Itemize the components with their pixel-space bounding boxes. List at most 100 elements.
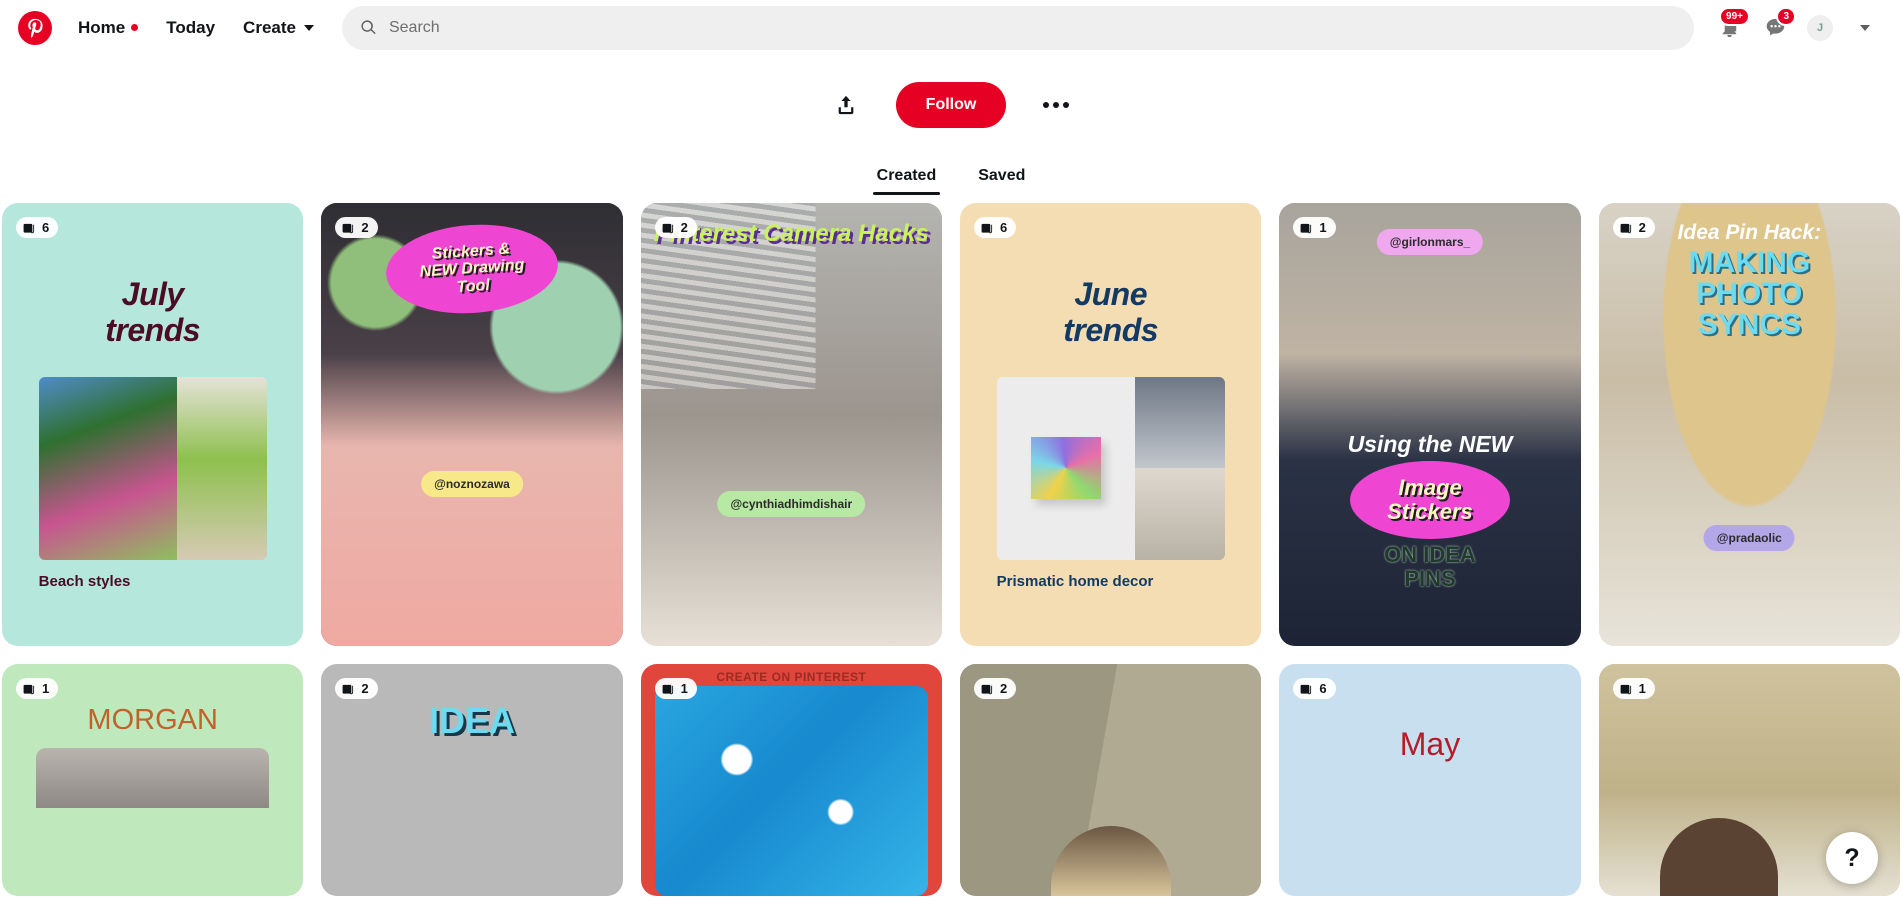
board-pin-count: 2: [680, 220, 688, 235]
board-card[interactable]: 2 IDEA: [321, 664, 623, 896]
board-cover-thumbnail: [996, 376, 1225, 560]
board-card[interactable]: 1 CREATE ON PINTEREST: [640, 664, 942, 896]
messages-button[interactable]: 3: [1754, 6, 1796, 49]
board-title: June trends: [1063, 276, 1159, 348]
avatar-initial: J: [1816, 21, 1824, 34]
cover-line-1: Using the NEW: [1347, 431, 1513, 457]
board-pin-count: 6: [1319, 681, 1327, 696]
nav-home-dot-icon: [131, 24, 139, 31]
nav-today-label: Today: [166, 17, 216, 37]
messages-badge: 3: [1776, 6, 1796, 26]
notifications-badge: 99+: [1719, 6, 1750, 26]
creator-handle: @cynthiadhimdishair: [730, 497, 853, 511]
board-pin-count: 6: [42, 220, 50, 235]
board-pin-count: 2: [361, 220, 369, 235]
cover-headline: MORGAN: [87, 704, 218, 736]
board-pin-count-badge: 6: [974, 217, 1017, 238]
creator-handle: @pradaolic: [1716, 531, 1782, 545]
board-pin-count-badge: 2: [1612, 217, 1655, 238]
creator-handle: @noznozawa: [434, 477, 510, 491]
notifications-button[interactable]: 99+: [1708, 6, 1750, 49]
board-pin-count: 2: [1000, 681, 1008, 696]
board-pin-count-badge: 2: [654, 217, 697, 238]
more-options-button[interactable]: [1034, 83, 1078, 127]
stacked-cards-icon: [1620, 684, 1631, 694]
cover-headline: May: [1399, 726, 1461, 762]
creator-handle-pill: @girlonmars_: [1376, 229, 1484, 255]
pinterest-logo-icon[interactable]: [18, 10, 52, 45]
account-avatar-button[interactable]: J: [1800, 8, 1840, 48]
board-pin-count: 1: [1319, 220, 1327, 235]
pinterest-p-glyph: [28, 18, 43, 38]
stacked-cards-icon: [1300, 684, 1312, 694]
creator-handle: @girlonmars_: [1389, 235, 1471, 249]
board-pin-count-badge: 6: [1293, 678, 1336, 699]
sticker-oval-text: Stickers & NEW Drawing Tool: [419, 240, 525, 296]
search-bar[interactable]: [341, 5, 1694, 50]
cover-line-3: ON IDEA PINS: [1384, 542, 1476, 591]
chevron-down-icon: [1860, 24, 1870, 31]
sticker-oval-text: Image Stickers: [1387, 475, 1473, 524]
board-pin-count-badge: 6: [16, 217, 59, 238]
nav-home-label: Home: [78, 17, 126, 37]
board-title: July trends: [105, 276, 201, 348]
nav-home[interactable]: Home: [64, 8, 152, 48]
help-button[interactable]: ?: [1826, 832, 1878, 884]
cover-photo-strip: [36, 748, 270, 808]
stacked-cards-icon: [981, 223, 993, 233]
share-button[interactable]: [824, 83, 868, 127]
boards-scroll-area: 6 July trends Beach styles 2 Stickers & …: [0, 203, 1902, 896]
profile-tabs: Created Saved: [0, 133, 1902, 203]
board-pin-count-badge: 1: [16, 678, 59, 699]
boards-grid-row-1: 6 July trends Beach styles 2 Stickers & …: [2, 203, 1900, 646]
stacked-cards-icon: [342, 223, 354, 233]
board-pin-count-badge: 1: [1612, 678, 1655, 699]
board-card[interactable]: 6 May: [1279, 664, 1581, 896]
account-menu-button[interactable]: [1844, 7, 1886, 49]
board-card[interactable]: 1 MORGAN: [2, 664, 304, 896]
cover-headline: CREATE ON PINTEREST: [716, 670, 867, 684]
board-card[interactable]: 2 Idea Pin Hack: MAKING PHOTO SYNCS @pra…: [1598, 203, 1900, 646]
cover-headline: IDEA: [428, 700, 515, 741]
nav-today[interactable]: Today: [152, 8, 229, 48]
board-card[interactable]: 6 June trends Prismatic home decor: [960, 203, 1262, 646]
profile-action-row: Follow: [0, 55, 1902, 133]
board-cover-thumbnail: [38, 376, 267, 560]
board-pin-count: 2: [1638, 220, 1646, 235]
stacked-cards-icon: [1620, 223, 1631, 233]
board-pin-count: 6: [1000, 220, 1008, 235]
search-input[interactable]: [388, 18, 1676, 37]
chevron-down-icon: [303, 24, 314, 31]
board-pin-count-badge: 1: [654, 678, 697, 699]
board-card[interactable]: 6 July trends Beach styles: [2, 203, 304, 646]
board-pin-count-badge: 2: [974, 678, 1017, 699]
board-card[interactable]: 2 Stickers & NEW Drawing Tool @noznozawa: [321, 203, 623, 646]
share-upload-icon: [838, 95, 854, 115]
sticker-oval-badge: Image Stickers: [1349, 461, 1510, 539]
board-card[interactable]: 2: [960, 664, 1262, 896]
boards-grid-row-2: 1 MORGAN 2 IDEA 1 CREATE ON PINTEREST 2 …: [2, 664, 1900, 896]
creator-handle-pill: @noznozawa: [421, 471, 523, 497]
board-subtitle: Beach styles: [38, 572, 131, 590]
stacked-cards-icon: [1300, 223, 1312, 233]
tab-saved[interactable]: Saved: [974, 159, 1029, 195]
board-card[interactable]: 1 @girlonmars_ Using the NEW Image Stick…: [1279, 203, 1581, 646]
board-pin-count: 1: [680, 681, 688, 696]
stacked-cards-icon: [662, 223, 673, 233]
creator-handle-pill: @pradaolic: [1703, 525, 1795, 551]
header-action-icons: 99+ 3 J: [1708, 6, 1886, 49]
cover-headline: MAKING PHOTO SYNCS: [1688, 246, 1811, 342]
more-horizontal-icon: [1043, 102, 1070, 108]
nav-create[interactable]: Create: [229, 8, 328, 48]
board-pin-count: 1: [42, 681, 50, 696]
stacked-cards-icon: [342, 684, 354, 694]
board-card[interactable]: 2 Pinterest Camera Hacks @cynthiadhimdis…: [640, 203, 942, 646]
board-subtitle: Prismatic home decor: [996, 572, 1154, 590]
tab-created[interactable]: Created: [872, 159, 941, 195]
board-pin-count: 2: [361, 681, 369, 696]
prismatic-gradient-swatch: [1030, 437, 1101, 500]
follow-button[interactable]: Follow: [895, 82, 1007, 128]
avatar: J: [1807, 14, 1833, 41]
nav-create-label: Create: [243, 17, 296, 37]
search-icon: [361, 20, 376, 35]
